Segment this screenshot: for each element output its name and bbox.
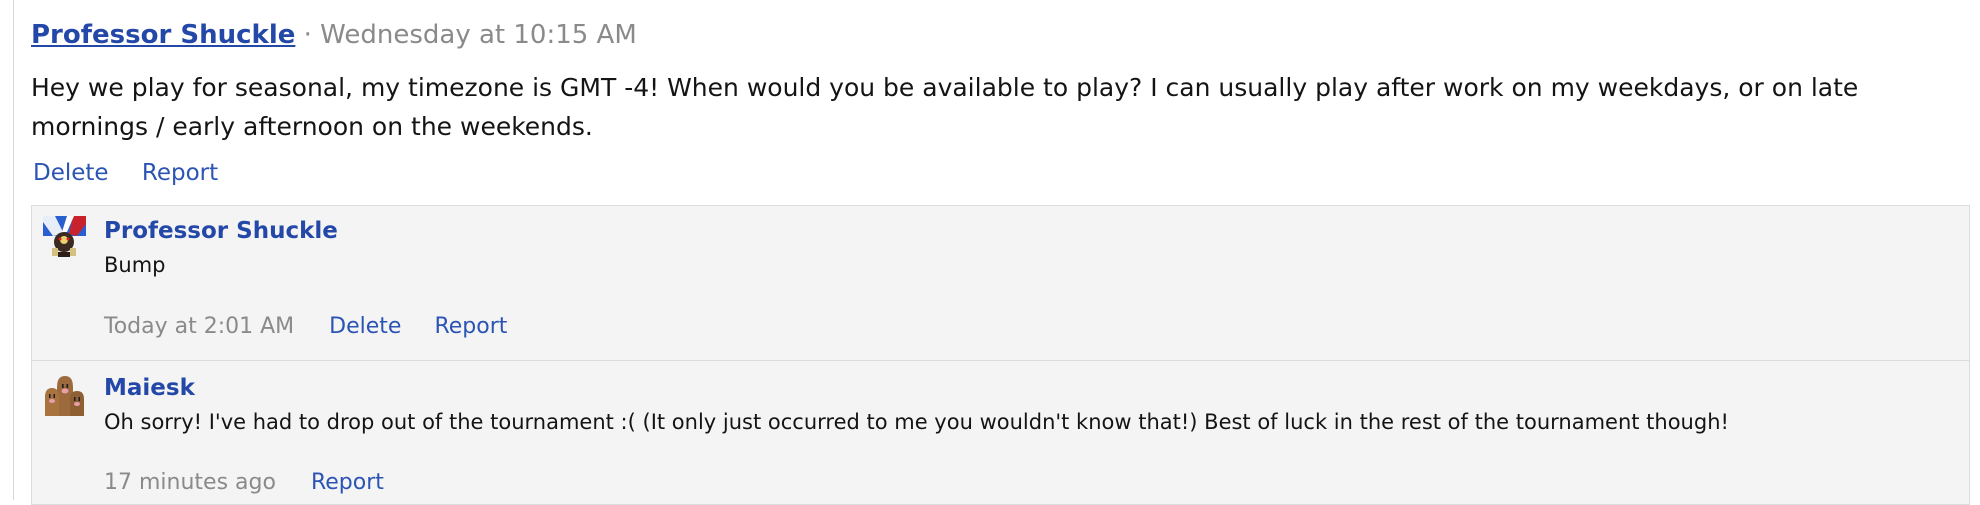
- comment-meta: Today at 2:01 AM Delete Report: [104, 312, 533, 342]
- comment-report-link[interactable]: Report: [311, 470, 384, 495]
- post-report-link[interactable]: Report: [142, 160, 218, 186]
- post-actions: Delete Report: [33, 158, 244, 188]
- comments-section: Professor Shuckle Bump Today at 2:01 AM …: [31, 205, 1970, 505]
- post-separator: ·: [303, 20, 312, 50]
- comment-author-link[interactable]: Professor Shuckle: [104, 216, 338, 246]
- thread-left-border: [13, 0, 14, 500]
- shuckle-avatar-icon[interactable]: [43, 216, 86, 259]
- comment-report-link[interactable]: Report: [434, 314, 507, 339]
- comment-meta: 17 minutes ago Report: [104, 468, 410, 498]
- post-body: Hey we play for seasonal, my timezone is…: [31, 73, 1859, 141]
- post-timestamp[interactable]: Wednesday at 10:15 AM: [320, 20, 637, 50]
- post-delete-link[interactable]: Delete: [33, 160, 109, 186]
- comment-delete-link[interactable]: Delete: [329, 314, 401, 339]
- post-author-link[interactable]: Professor Shuckle: [31, 20, 295, 50]
- comment-author-link[interactable]: Maiesk: [104, 373, 195, 403]
- comment-timestamp[interactable]: Today at 2:01 AM: [104, 314, 294, 339]
- comment-text: Oh sorry! I've had to drop out of the to…: [104, 410, 1729, 434]
- comment-timestamp[interactable]: 17 minutes ago: [104, 470, 276, 495]
- post-header: Professor Shuckle · Wednesday at 10:15 A…: [31, 18, 637, 52]
- dugtrio-avatar-icon[interactable]: [43, 373, 86, 416]
- comment-text: Bump: [104, 253, 166, 277]
